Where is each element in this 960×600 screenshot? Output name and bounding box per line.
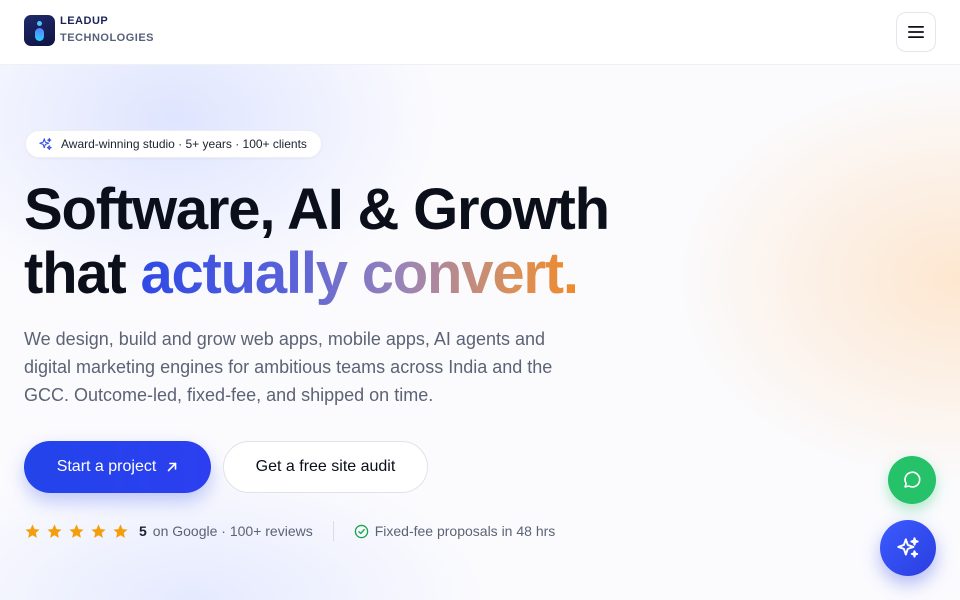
rating-text: on Google · 100+ reviews [152,523,313,539]
whatsapp-chat-button[interactable] [888,456,936,504]
start-project-button[interactable]: Start a project [24,441,211,493]
star-icon [113,523,128,538]
guarantee-text: Fixed-fee proposals in 48 hrs [374,523,556,539]
start-project-label: Start a project [56,458,157,475]
brand-name-line1: LEADUP [60,15,109,28]
free-audit-label: Get a free site audit [255,458,396,475]
brand-logo[interactable]: LEADUP TECHNOLOGIES [24,15,154,46]
ai-sparkle-icon [897,537,919,558]
hero-headline: Software, AI & Growth that actually conv… [24,177,610,306]
headline-line2-plain: that [24,241,127,306]
brand-name: LEADUP TECHNOLOGIES [60,15,154,46]
ai-assistant-button[interactable] [880,520,936,576]
brand-name-line2: TECHNOLOGIES [60,32,155,44]
leadup-logo-icon [24,15,55,46]
hero-subtitle: We design, build and grow web apps, mobi… [24,329,553,405]
star-icon [25,523,40,538]
proof-divider [332,521,334,541]
headline-accent: actually convert. [140,241,579,306]
star-icon [69,523,84,538]
sparkles-icon [39,137,52,150]
menu-button[interactable] [896,12,936,52]
star-icon [91,523,106,538]
check-circle-icon [354,524,375,539]
headline-line2: that actually convert. [24,242,609,306]
hamburger-menu-icon [908,26,924,38]
arrow-up-right-icon [167,462,177,472]
site-header: LEADUP TECHNOLOGIES [0,0,960,65]
headline-line1: Software, AI & Growth [24,177,610,242]
social-proof: 5 on Google · 100+ reviews Fixed-fee pro… [24,520,555,542]
star-icon [47,523,62,538]
award-badge: Award-winning studio · 5+ years · 100+ c… [25,130,322,158]
award-badge-text: Award-winning studio · 5+ years · 100+ c… [61,137,307,151]
whatsapp-chat-icon [904,471,921,488]
rating-stars [24,523,134,540]
free-audit-button[interactable]: Get a free site audit [223,441,428,493]
rating-value: 5 [139,523,147,539]
